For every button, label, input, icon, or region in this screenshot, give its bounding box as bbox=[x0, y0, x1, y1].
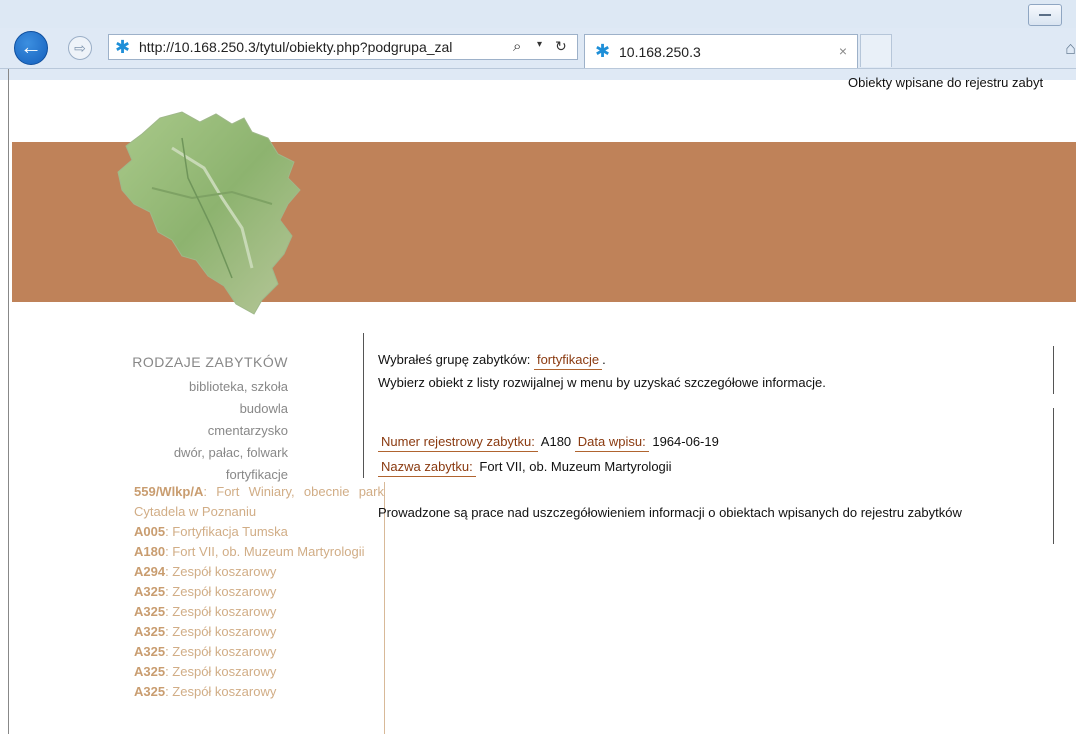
object-name: : Zespół koszarowy bbox=[165, 604, 277, 619]
category-cmentarzysko[interactable]: cmentarzysko bbox=[110, 423, 288, 438]
object-name: : Zespół koszarowy bbox=[165, 644, 277, 659]
list-item[interactable]: A325: Zespół koszarowy bbox=[134, 602, 384, 622]
category-biblioteka[interactable]: biblioteka, szkoła bbox=[110, 379, 288, 394]
object-code: A325 bbox=[134, 644, 166, 659]
selected-group-suffix: . bbox=[602, 352, 606, 367]
object-name: : Zespół koszarowy bbox=[165, 684, 277, 699]
selected-group-line: Wybrałeś grupę zabytków: fortyfikacje. bbox=[378, 352, 606, 370]
category-budowla[interactable]: budowla bbox=[110, 401, 288, 416]
work-in-progress-note: Prowadzone są prace nad uszczegółowienie… bbox=[378, 505, 962, 520]
object-code: A180 bbox=[134, 544, 166, 559]
tab-favicon-icon: ✱ bbox=[595, 41, 611, 61]
object-code: A325 bbox=[134, 584, 166, 599]
chrome-divider bbox=[0, 68, 1076, 69]
object-code: A325 bbox=[134, 624, 166, 639]
list-item[interactable]: 559/Wlkp/A: Fort Winiary, obecnie park C… bbox=[134, 482, 384, 522]
list-item[interactable]: A325: Zespół koszarowy bbox=[134, 622, 384, 642]
new-tab-button[interactable] bbox=[860, 34, 892, 67]
entry-date-value: 1964-06-19 bbox=[652, 434, 719, 449]
minimize-button[interactable] bbox=[1028, 4, 1062, 26]
address-text[interactable]: http://10.168.250.3/tytul/obiekty.php?po… bbox=[139, 39, 519, 55]
registry-number-value: A180 bbox=[540, 434, 572, 449]
object-name: : Fortyfikacja Tumska bbox=[165, 524, 288, 539]
registry-number-label: Numer rejestrowy zabytku: bbox=[378, 434, 538, 452]
object-name: : Fort VII, ob. Muzeum Martyrologii bbox=[165, 544, 365, 559]
content-divider-right bbox=[1053, 346, 1054, 394]
object-code: A005 bbox=[134, 524, 166, 539]
object-name: : Zespół koszarowy bbox=[165, 624, 277, 639]
refresh-icon[interactable]: ↻ bbox=[555, 38, 567, 55]
content-divider-right bbox=[1053, 408, 1054, 544]
object-name: : Zespół koszarowy bbox=[165, 664, 277, 679]
address-bar[interactable]: ✱ http://10.168.250.3/tytul/obiekty.php?… bbox=[108, 34, 578, 60]
category-dwor[interactable]: dwór, pałac, folwark bbox=[110, 445, 288, 460]
forward-button[interactable]: ⇨ bbox=[68, 36, 92, 60]
back-button[interactable]: ← bbox=[14, 31, 48, 65]
object-name: : Zespół koszarowy bbox=[165, 584, 277, 599]
site-favicon-icon: ✱ bbox=[115, 37, 131, 57]
object-code: A325 bbox=[134, 664, 166, 679]
name-line: Nazwa zabytku: Fort VII, ob. Muzeum Mart… bbox=[378, 459, 672, 477]
object-name: : Zespół koszarowy bbox=[165, 564, 277, 579]
list-item[interactable]: A294: Zespół koszarowy bbox=[134, 562, 384, 582]
registry-line: Numer rejestrowy zabytku: A180 Data wpis… bbox=[378, 434, 719, 452]
object-code: A325 bbox=[134, 604, 166, 619]
page-header-text: Obiekty wpisane do rejestru zabyt bbox=[848, 75, 1044, 90]
monument-name-value: Fort VII, ob. Muzeum Martyrologii bbox=[479, 459, 672, 474]
home-icon[interactable]: ⌂ bbox=[1065, 38, 1076, 59]
close-tab-icon[interactable]: × bbox=[839, 43, 847, 59]
page-left-border bbox=[8, 69, 9, 734]
sidebar-title: RODZAJE ZABYTKÓW bbox=[132, 354, 288, 370]
list-item[interactable]: A325: Zespół koszarowy bbox=[134, 682, 384, 702]
back-arrow-icon: ← bbox=[20, 34, 42, 59]
category-fortyfikacje[interactable]: fortyfikacje bbox=[110, 467, 288, 482]
forward-arrow-icon: ⇨ bbox=[74, 40, 86, 56]
list-item[interactable]: A325: Zespół koszarowy bbox=[134, 582, 384, 602]
list-item[interactable]: A325: Zespół koszarowy bbox=[134, 662, 384, 682]
search-icon[interactable]: ⌕ bbox=[513, 38, 521, 55]
selected-group-link[interactable]: fortyfikacje bbox=[533, 352, 603, 370]
list-item[interactable]: A180: Fort VII, ob. Muzeum Martyrologii bbox=[134, 542, 384, 562]
entry-date-label: Data wpisu: bbox=[574, 434, 649, 452]
object-code: 559/Wlkp/A bbox=[134, 484, 204, 499]
object-code: A325 bbox=[134, 684, 166, 699]
browser-tab[interactable]: ✱ 10.168.250.3 × bbox=[584, 34, 858, 68]
tab-title: 10.168.250.3 bbox=[619, 44, 701, 60]
list-item[interactable]: A325: Zespół koszarowy bbox=[134, 642, 384, 662]
object-list[interactable]: 559/Wlkp/A: Fort Winiary, obecnie park C… bbox=[134, 482, 385, 734]
object-code: A294 bbox=[134, 564, 166, 579]
selected-group-prefix: Wybrałeś grupę zabytków: bbox=[378, 352, 531, 367]
content-divider-left bbox=[363, 333, 364, 478]
title-bar bbox=[0, 0, 1076, 28]
dropdown-icon[interactable]: ▾ bbox=[537, 39, 542, 50]
instruction-text: Wybierz obiekt z listy rozwijalnej w men… bbox=[378, 375, 826, 390]
monument-name-label: Nazwa zabytku: bbox=[378, 459, 476, 477]
region-map-image bbox=[117, 111, 301, 315]
list-item[interactable]: A005: Fortyfikacja Tumska bbox=[134, 522, 384, 542]
